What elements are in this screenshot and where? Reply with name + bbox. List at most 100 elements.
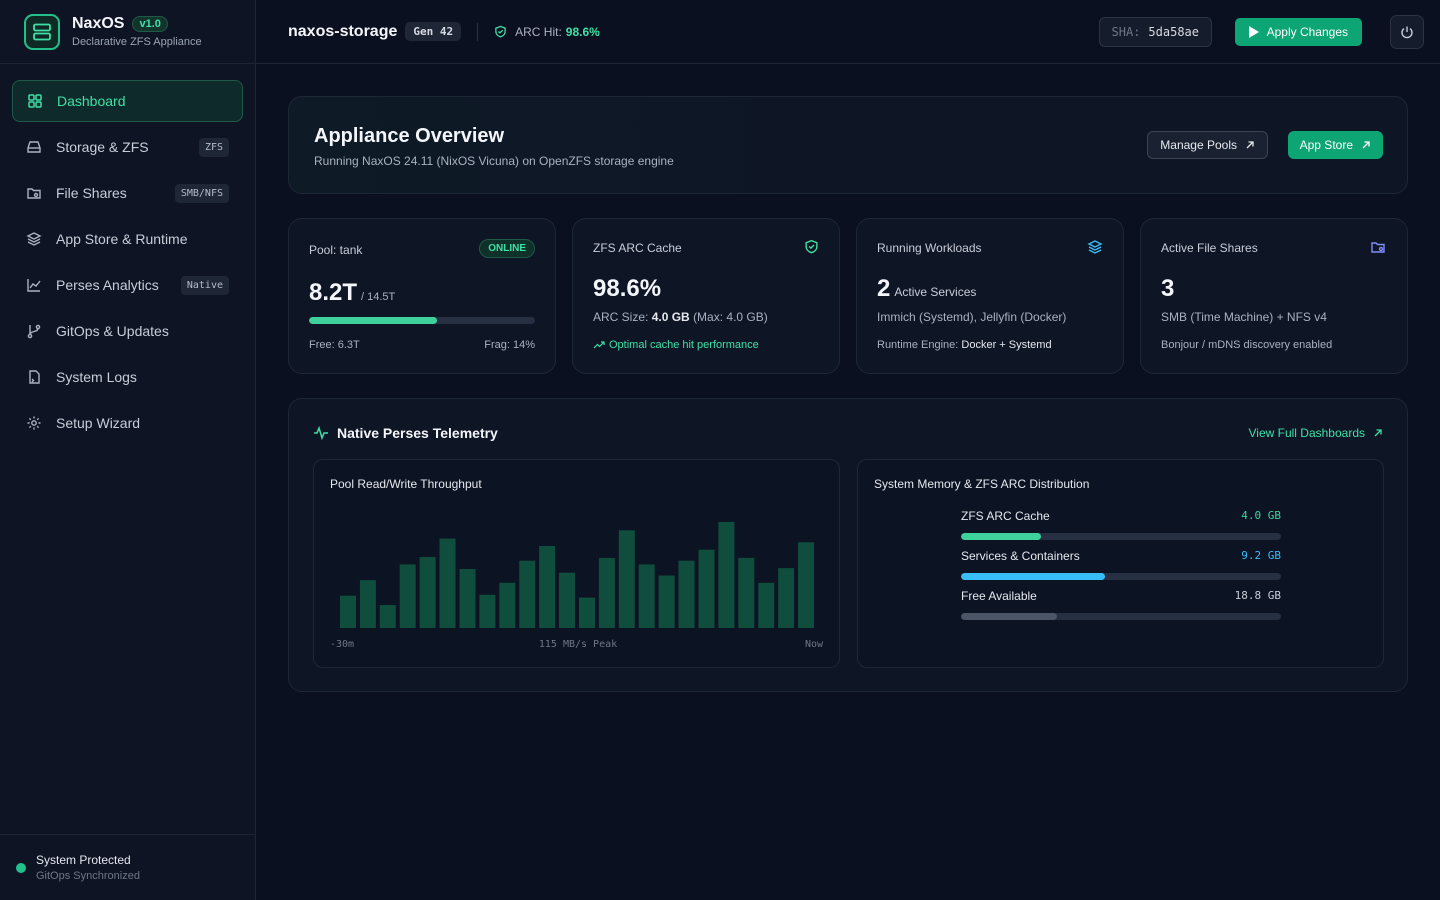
- power-icon: [1400, 25, 1414, 39]
- memory-row-label: ZFS ARC Cache: [961, 509, 1050, 523]
- sidebar-item-system-logs[interactable]: System Logs: [12, 356, 243, 398]
- arc-hit-label: ARC Hit:: [515, 24, 562, 39]
- sidebar-item-storage[interactable]: Storage & ZFS ZFS: [12, 126, 243, 168]
- memory-row-free: Free Available 18.8 GB: [961, 589, 1281, 620]
- sha-value: 5da58ae: [1148, 25, 1199, 39]
- sha-display[interactable]: SHA: 5da58ae: [1098, 17, 1212, 47]
- workloads-value: 2: [877, 275, 891, 302]
- git-branch-icon: [26, 323, 42, 339]
- pool-usage-bar: [309, 317, 535, 324]
- arc-hit-value: 98.6%: [565, 24, 600, 39]
- memory-bar: [961, 613, 1281, 620]
- workloads-card[interactable]: Running Workloads 2 Active Services Immic…: [856, 218, 1124, 374]
- memory-title: System Memory & ZFS ARC Distribution: [874, 477, 1090, 491]
- appliance-overview: Appliance Overview Running NaxOS 24.11 (…: [288, 96, 1408, 194]
- arc-cache-card[interactable]: ZFS ARC Cache 98.6% ARC Size: 4.0 GB (Ma…: [572, 218, 840, 374]
- view-dashboards-link[interactable]: View Full Dashboards: [1248, 426, 1383, 440]
- sidebar-item-label: Dashboard: [57, 93, 126, 109]
- sidebar-item-gitops[interactable]: GitOps & Updates: [12, 310, 243, 352]
- peak-label: 115 MB/s Peak: [539, 639, 617, 650]
- arc-size-max: (Max: 4.0 GB): [693, 310, 768, 324]
- folder-share-icon: [26, 185, 42, 201]
- sidebar-item-file-shares[interactable]: File Shares SMB/NFS: [12, 172, 243, 214]
- grid-icon: [27, 93, 43, 109]
- arc-card-label: ZFS ARC Cache: [593, 241, 682, 255]
- throughput-panel: Pool Read/Write Throughput -30m 115 MB/s…: [313, 459, 840, 668]
- memory-bar-fill: [961, 613, 1057, 620]
- file-log-icon: [26, 369, 42, 385]
- layers-icon: [26, 231, 42, 247]
- memory-row-value: 9.2 GB: [1241, 549, 1281, 562]
- folder-share-icon: [1370, 239, 1387, 260]
- play-icon: [1248, 26, 1259, 38]
- sidebar-item-setup-wizard[interactable]: Setup Wizard: [12, 402, 243, 444]
- throughput-bar: [419, 557, 436, 628]
- workloads-unit: Active Services: [894, 285, 977, 299]
- engine-prefix: Runtime Engine:: [877, 339, 959, 351]
- throughput-bar: [798, 542, 814, 628]
- engine-value: Docker + Systemd: [961, 339, 1052, 351]
- app-store-button[interactable]: App Store: [1287, 131, 1383, 159]
- throughput-bar: [658, 575, 675, 628]
- throughput-bar: [340, 595, 356, 628]
- pool-usage-fill: [309, 317, 437, 324]
- throughput-bar: [718, 522, 735, 628]
- memory-bar: [961, 573, 1281, 580]
- throughput-chart: -30m 115 MB/s Peak Now: [330, 522, 824, 650]
- telemetry-title: Native Perses Telemetry: [337, 425, 498, 441]
- memory-row-arc: ZFS ARC Cache 4.0 GB: [961, 509, 1281, 540]
- memory-row-label: Services & Containers: [961, 549, 1080, 563]
- system-status: System Protected GitOps Synchronized: [0, 834, 255, 900]
- telemetry-section: Native Perses Telemetry View Full Dashbo…: [288, 398, 1408, 692]
- nav-tag: Native: [180, 275, 229, 295]
- version-badge: v1.0: [132, 16, 168, 32]
- pool-card[interactable]: Pool: tank ONLINE 8.2T/ 14.5T Free: 6.3T…: [288, 218, 556, 374]
- sidebar-item-perses[interactable]: Perses Analytics Native: [12, 264, 243, 306]
- shares-label: Active File Shares: [1161, 241, 1258, 255]
- pool-total: / 14.5T: [361, 291, 396, 303]
- arc-hit-status: ARC Hit: 98.6%: [494, 25, 600, 39]
- memory-row-value: 4.0 GB: [1241, 509, 1281, 522]
- manage-pools-button[interactable]: Manage Pools: [1147, 131, 1268, 159]
- throughput-bar: [778, 568, 795, 628]
- pool-free: Free: 6.3T: [309, 339, 360, 351]
- workloads-count: 2 Active Services: [877, 275, 976, 303]
- throughput-bar: [499, 582, 516, 628]
- nav-tag: ZFS: [198, 137, 229, 157]
- throughput-bar: [439, 538, 456, 628]
- sidebar-item-app-store[interactable]: App Store & Runtime: [12, 218, 243, 260]
- status-badge: ONLINE: [479, 239, 535, 258]
- page-subtitle: Running NaxOS 24.11 (NixOS Vicuna) on Op…: [314, 154, 674, 168]
- arrow-up-right-icon: [1373, 428, 1383, 438]
- workloads-services: Immich (Systemd), Jellyfin (Docker): [877, 310, 1067, 324]
- sidebar-item-label: Perses Analytics: [56, 277, 159, 293]
- memory-bar-fill: [961, 533, 1041, 540]
- throughput-bar: [678, 560, 695, 628]
- arc-size-prefix: ARC Size:: [593, 310, 649, 324]
- pool-used: 8.2T/ 14.5T: [309, 279, 395, 307]
- top-bar: naxos-storage Gen 42 ARC Hit: 98.6% SHA:…: [256, 0, 1440, 64]
- shares-discovery: Bonjour / mDNS discovery enabled: [1161, 339, 1333, 351]
- throughput-bar: [399, 564, 416, 628]
- sha-label: SHA:: [1111, 25, 1141, 39]
- memory-panel: System Memory & ZFS ARC Distribution ZFS…: [857, 459, 1384, 668]
- apply-changes-label: Apply Changes: [1266, 25, 1348, 39]
- memory-bar: [961, 533, 1281, 540]
- activity-icon: [313, 425, 329, 441]
- apply-changes-button[interactable]: Apply Changes: [1234, 18, 1362, 46]
- pool-label: Pool: tank: [309, 243, 363, 257]
- sidebar-item-dashboard[interactable]: Dashboard: [12, 80, 243, 122]
- arrow-up-right-icon: [1361, 140, 1371, 150]
- view-dashboards-label: View Full Dashboards: [1248, 426, 1365, 440]
- power-button[interactable]: [1390, 15, 1424, 49]
- workloads-label: Running Workloads: [877, 241, 982, 255]
- status-subtitle: GitOps Synchronized: [36, 870, 140, 882]
- throughput-bar: [638, 564, 655, 628]
- arc-value: 98.6%: [593, 275, 662, 302]
- file-shares-card[interactable]: Active File Shares 3 SMB (Time Machine) …: [1140, 218, 1408, 374]
- throughput-bar: [379, 605, 396, 628]
- arc-size-value: 4.0 GB: [651, 310, 690, 324]
- sidebar-item-label: App Store & Runtime: [56, 231, 188, 247]
- sidebar-item-label: System Logs: [56, 369, 137, 385]
- brand[interactable]: NaxOS v1.0 Declarative ZFS Appliance: [0, 0, 255, 64]
